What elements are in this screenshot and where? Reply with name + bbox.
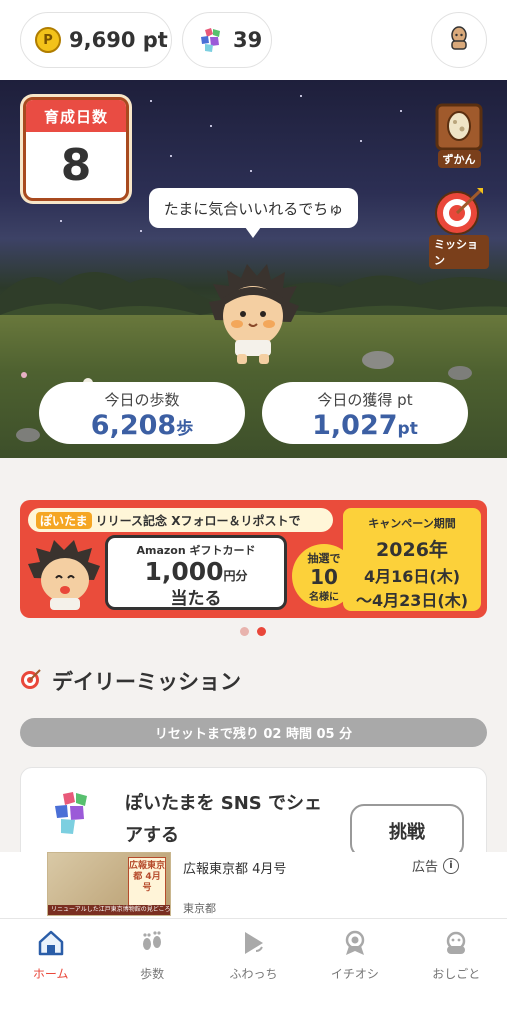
nav-steps[interactable]: 歩数 xyxy=(101,919,202,1024)
points-today-card: 今日の獲得 pt 1,027pt xyxy=(262,382,468,444)
ad-source: 東京都 xyxy=(183,902,216,915)
info-icon[interactable]: i xyxy=(443,857,459,874)
nav-fuwacchi-label: ふわっち xyxy=(229,967,278,981)
points-pill[interactable]: P 9,690 pt xyxy=(20,12,172,68)
mission-label: ミッション xyxy=(429,235,489,269)
growth-days-label: 育成日数 xyxy=(26,100,126,132)
nav-work[interactable]: おしごと xyxy=(406,919,507,1024)
points-today-label: 今日の獲得 pt xyxy=(317,391,413,409)
reset-timer: リセットまで残り 02 時間 05 分 xyxy=(20,718,487,747)
top-bar: P 9,690 pt 39 xyxy=(0,0,507,80)
award-icon xyxy=(341,929,369,961)
hedgehog-character[interactable] xyxy=(207,262,299,366)
gift-amount-unit: 円分 xyxy=(223,569,248,583)
gems-value: 39 xyxy=(233,28,263,52)
points-value: 9,690 pt xyxy=(69,28,168,52)
speech-text: たまに気合いいれるでちゅ xyxy=(163,199,344,218)
speech-bubble: たまに気合いいれるでちゅ xyxy=(149,188,358,238)
banner-headline-row: ぽいたま リリース記念 Xフォロー＆リポストで xyxy=(28,508,333,532)
gift-amount: 1,000円分 xyxy=(108,558,284,590)
period-end: 〜4月23日(木) xyxy=(355,591,469,610)
gift-amount-number: 1,000 xyxy=(144,557,224,586)
steps-today-number: 6,208 xyxy=(90,410,177,441)
banner-hedgehog-icon xyxy=(28,540,100,610)
home-icon xyxy=(37,929,65,961)
points-today-value: 1,027pt xyxy=(262,410,468,445)
steps-today-card: 今日の歩数 6,208歩 xyxy=(39,382,245,444)
steps-today-value: 6,208歩 xyxy=(39,410,245,445)
reset-timer-text: リセットまで残り 02 時間 05 分 xyxy=(154,727,353,742)
hero-scene: 育成日数 8 ずかん ミッション たまに気合いいれるでちゅ 今日の歩数 6,20… xyxy=(0,80,507,458)
profile-button[interactable] xyxy=(431,12,487,68)
nav-home[interactable]: ホーム xyxy=(0,919,101,1024)
challenge-button[interactable]: 挑戦 xyxy=(350,804,464,858)
carousel-dot-2[interactable] xyxy=(257,627,266,636)
campaign-period: キャンペーン期間 2026年 4月16日(木) 〜4月23日(木) xyxy=(343,508,481,611)
period-label: キャンペーン期間 xyxy=(368,517,456,530)
pet-icon xyxy=(442,929,470,961)
zukan-button[interactable]: ずかん xyxy=(429,102,489,168)
zukan-label: ずかん xyxy=(437,150,481,168)
gems-pill[interactable]: 39 xyxy=(182,12,272,68)
nav-recommend-label: イチオシ xyxy=(330,967,379,981)
ad-image[interactable]: 広報東京都 4月号 リニューアルした江戸東京博物館の見どころを解説！ xyxy=(47,852,171,916)
growth-days-value: 8 xyxy=(60,139,92,191)
egg-book-icon xyxy=(434,102,484,156)
footprints-icon xyxy=(138,929,166,961)
nav-home-label: ホーム xyxy=(32,967,69,981)
ad-label[interactable]: 広告 i xyxy=(412,856,459,875)
carousel-indicator xyxy=(240,627,266,636)
nav-work-label: おしごと xyxy=(432,967,481,981)
nav-steps-label: 歩数 xyxy=(140,967,165,981)
coin-icon: P xyxy=(35,27,61,53)
period-start: 4月16日(木) xyxy=(363,567,461,586)
play-icon xyxy=(239,929,267,961)
ad-title[interactable]: 広報東京都 4月号 xyxy=(183,858,286,877)
steps-today-label: 今日の歩数 xyxy=(104,391,180,409)
period-year: 2026年 xyxy=(376,539,448,561)
ad-banner[interactable]: 広報東京都 4月号 リニューアルした江戸東京博物館の見どころを解説！ 広報東京都… xyxy=(0,852,507,918)
gift-brand: Amazon ギフトカード xyxy=(136,544,256,557)
target-icon xyxy=(20,668,42,695)
profile-icon xyxy=(446,25,472,55)
campaign-banner[interactable]: ぽいたま リリース記念 Xフォロー＆リポストで Amazon ギフトカード 1,… xyxy=(20,500,487,618)
daily-mission-heading: デイリーミッション xyxy=(20,666,241,696)
ad-image-badge: 広報東京都 4月号 xyxy=(128,857,166,907)
ad-label-text: 広告 xyxy=(411,860,438,875)
carousel-dot-1[interactable] xyxy=(240,627,249,636)
bottom-nav: ホーム 歩数 ふわっち イチオシ おしごと xyxy=(0,918,507,1024)
daily-mission-title: デイリーミッション xyxy=(52,670,241,694)
banner-tag: ぽいたま xyxy=(36,511,92,529)
points-today-number: 1,027 xyxy=(312,410,398,441)
growth-days-card: 育成日数 8 xyxy=(23,97,129,201)
mission-button[interactable]: ミッション xyxy=(429,185,489,269)
target-icon xyxy=(433,185,485,241)
gift-card-box: Amazon ギフトカード 1,000円分 当たる xyxy=(105,535,287,610)
gem-cluster-icon xyxy=(197,26,225,54)
nav-recommend[interactable]: イチオシ xyxy=(304,919,405,1024)
gem-cluster-icon xyxy=(55,792,87,834)
gift-win-text: 当たる xyxy=(170,589,222,609)
banner-headline: リリース記念 Xフォロー＆リポストで xyxy=(95,513,301,528)
points-unit: pt xyxy=(397,419,418,439)
mission-text: ぽいたまを SNS でシェアする xyxy=(125,793,322,846)
steps-unit: 歩 xyxy=(176,419,194,439)
nav-fuwacchi[interactable]: ふわっち xyxy=(203,919,304,1024)
ad-image-strip: リニューアルした江戸東京博物館の見どころを解説！ xyxy=(48,905,170,915)
